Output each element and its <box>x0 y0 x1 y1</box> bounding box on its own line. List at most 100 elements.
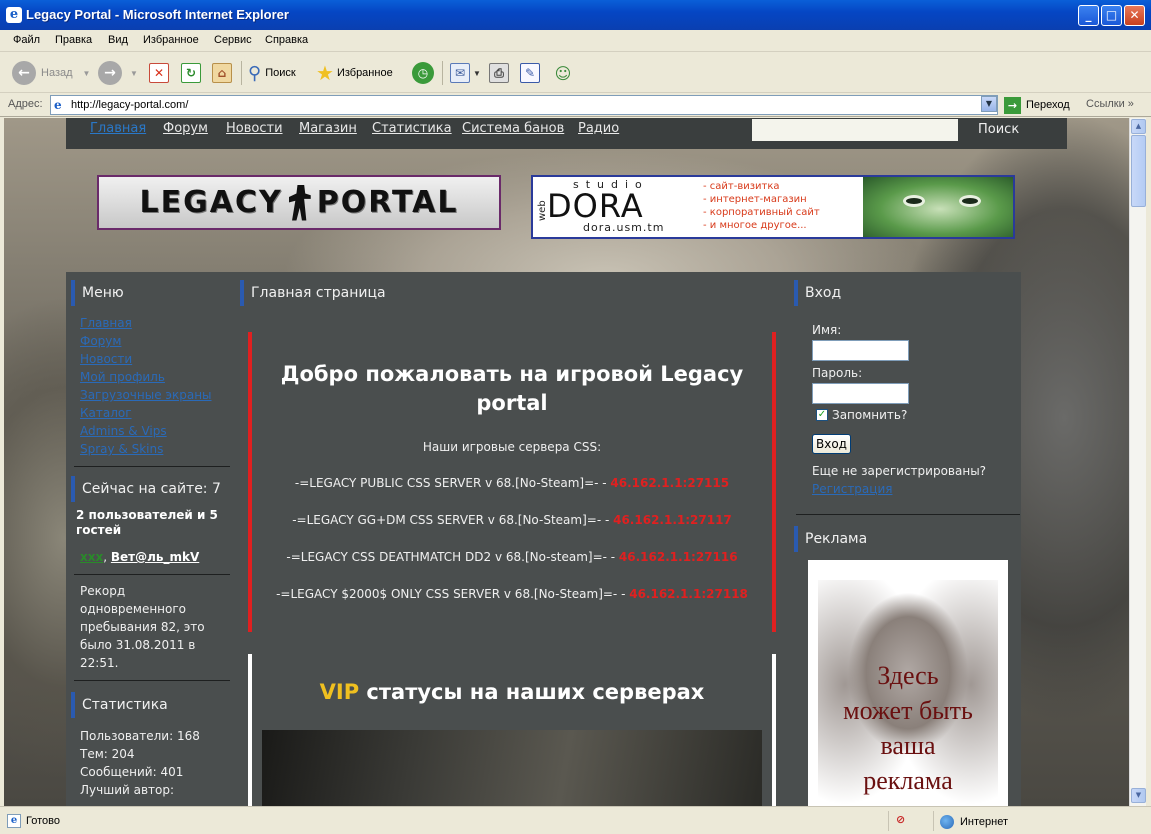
links-button[interactable]: Ссылки » <box>1086 98 1134 110</box>
side-menu-item[interactable]: Новости <box>80 352 132 366</box>
remember-label: Запомнить? <box>832 408 908 422</box>
ad-block-title: Реклама <box>794 526 1004 552</box>
address-input[interactable]: e http://legacy-portal.com/ <box>50 95 998 115</box>
welcome-heading-line: Добро пожаловать на игровой Legacy <box>280 362 744 386</box>
edit-button[interactable]: ✎ <box>520 60 540 86</box>
banner-service-item: - интернет-магазин <box>703 194 807 205</box>
nav-stats[interactable]: Статистика <box>372 121 452 136</box>
minimize-button[interactable]: _ <box>1078 5 1099 26</box>
page-status-icon: e <box>7 814 21 828</box>
menu-edit[interactable]: Правка <box>55 34 92 46</box>
scroll-thumb[interactable] <box>1131 135 1146 207</box>
address-dropdown-button[interactable]: ▼ <box>981 96 997 112</box>
server-ip[interactable]: 46.162.1.1:27117 <box>613 513 732 527</box>
banner-service-item: - и многое другое... <box>703 220 807 231</box>
nav-radio[interactable]: Радио <box>578 121 619 136</box>
name-input[interactable] <box>812 340 909 361</box>
maximize-button[interactable]: □ <box>1101 5 1122 26</box>
remember-checkbox[interactable]: ✓ Запомнить? <box>816 408 907 422</box>
divider <box>796 514 1020 515</box>
side-menu-item[interactable]: Spray & Skins <box>80 442 163 456</box>
banner-site: dora.usm.tm <box>583 221 665 234</box>
ie-page-icon: e <box>54 98 62 112</box>
vertical-scrollbar[interactable]: ▲ ▼ <box>1129 118 1146 806</box>
history-button[interactable]: ◷ <box>412 60 434 86</box>
site-search-button[interactable]: Поиск <box>978 122 1019 137</box>
menu-file[interactable]: Файл <box>13 34 40 46</box>
password-input[interactable] <box>812 383 909 404</box>
studio-dora-banner[interactable]: studio web DORA dora.usm.tm - сайт-визит… <box>531 175 1015 239</box>
go-button[interactable]: → Переход <box>1004 96 1070 114</box>
online-summary: 2 пользователей и 5 гостей <box>76 508 218 537</box>
side-menu-item[interactable]: Admins & Vips <box>80 424 167 438</box>
site-logo[interactable]: LEGACY PORTAL <box>97 175 501 230</box>
stats-line: Тем: 204 <box>80 747 135 761</box>
side-menu-item[interactable]: Каталог <box>80 406 132 420</box>
scroll-down-button[interactable]: ▼ <box>1131 788 1146 803</box>
side-menu-item[interactable]: Загрузочные экраны <box>80 388 212 402</box>
back-button[interactable]: ← Назад ▼ <box>12 60 90 86</box>
title-bar: e Legacy Portal - Microsoft Internet Exp… <box>0 0 1151 30</box>
online-user-link[interactable]: Вет@ль_mkV <box>111 550 199 564</box>
banner-eye <box>903 195 925 207</box>
left-sidebar: Меню Главная Форум Новости Мой профиль З… <box>66 272 246 806</box>
nav-shop[interactable]: Магазин <box>299 121 357 136</box>
mail-button[interactable]: ✉ ▼ <box>450 60 481 86</box>
search-button[interactable]: ⚲ Поиск <box>248 60 296 86</box>
login-button[interactable]: Вход <box>812 434 851 454</box>
side-menu-item[interactable]: Форум <box>80 334 121 348</box>
back-label: Назад <box>41 67 73 79</box>
server-row: -=LEGACY CSS DEATHMATCH DD2 v 68.[No-ste… <box>252 550 772 564</box>
server-ip[interactable]: 46.162.1.1:27115 <box>610 476 729 490</box>
side-menu-item[interactable]: Главная <box>80 316 132 330</box>
favorites-button[interactable]: ★ Избранное <box>316 60 393 86</box>
ie-app-icon: e <box>6 7 22 23</box>
side-menu-item[interactable]: Мой профиль <box>80 370 165 384</box>
address-url: http://legacy-portal.com/ <box>71 99 189 111</box>
menu-view[interactable]: Вид <box>108 34 128 46</box>
nav-home[interactable]: Главная <box>90 121 146 136</box>
menu-help[interactable]: Справка <box>265 34 308 46</box>
vip-word: VIP <box>319 680 360 704</box>
site-search-input[interactable] <box>752 119 958 141</box>
register-link[interactable]: Регистрация <box>812 482 892 496</box>
server-row: -=LEGACY PUBLIC CSS SERVER v 68.[No-Stea… <box>252 476 772 490</box>
server-ip[interactable]: 46.162.1.1:27116 <box>619 550 738 564</box>
printer-icon: ⎙ <box>489 63 509 83</box>
nav-bans[interactable]: Система банов <box>462 121 564 136</box>
online-user-link[interactable]: xxx <box>80 550 103 564</box>
server-name: -=LEGACY $2000$ ONLY CSS SERVER v 68.[No… <box>276 587 630 601</box>
menu-tools[interactable]: Сервис <box>214 34 252 46</box>
stop-button[interactable]: ✕ <box>149 60 169 86</box>
print-button[interactable]: ⎙ <box>489 60 509 86</box>
record-line: 22:51. <box>80 656 119 670</box>
server-row: -=LEGACY GG+DM CSS SERVER v 68.[No-Steam… <box>252 513 772 527</box>
server-ip[interactable]: 46.162.1.1:27118 <box>629 587 748 601</box>
zone-label: Интернет <box>960 816 1008 828</box>
home-button[interactable]: ⌂ <box>212 60 232 86</box>
ad-banner[interactable]: Здесь может быть ваша реклама <box>808 560 1008 806</box>
popup-blocked-icon[interactable]: ⊘ <box>896 813 905 826</box>
banner-services: - сайт-визитка - интернет-магазин - корп… <box>703 180 820 232</box>
logo-right-text: PORTAL <box>316 185 459 220</box>
scroll-up-button[interactable]: ▲ <box>1131 119 1146 134</box>
forward-button[interactable]: → ▼ <box>98 60 138 86</box>
refresh-button[interactable]: ↻ <box>181 60 201 86</box>
banner-face-image <box>863 177 1013 237</box>
chevron-down-icon: ▼ <box>82 68 91 78</box>
record-line: было 31.08.2011 в <box>80 638 196 652</box>
nav-news[interactable]: Новости <box>226 121 283 136</box>
close-button[interactable]: ✕ <box>1124 5 1145 26</box>
globe-icon <box>940 815 954 829</box>
stats-line: Пользователи: 168 <box>80 729 200 743</box>
messenger-button[interactable]: ☺ <box>553 60 573 86</box>
divider <box>74 680 230 681</box>
menu-favorites[interactable]: Избранное <box>143 34 199 46</box>
messenger-icon: ☺ <box>554 63 572 83</box>
welcome-heading: Добро пожаловать на игровой Legacy porta… <box>252 360 772 418</box>
banner-eye <box>959 195 981 207</box>
chevron-down-icon: ▼ <box>473 68 481 78</box>
chevron-right-icon: » <box>1127 98 1134 110</box>
banner-dora: DORA <box>547 187 644 225</box>
nav-forum[interactable]: Форум <box>163 121 208 136</box>
